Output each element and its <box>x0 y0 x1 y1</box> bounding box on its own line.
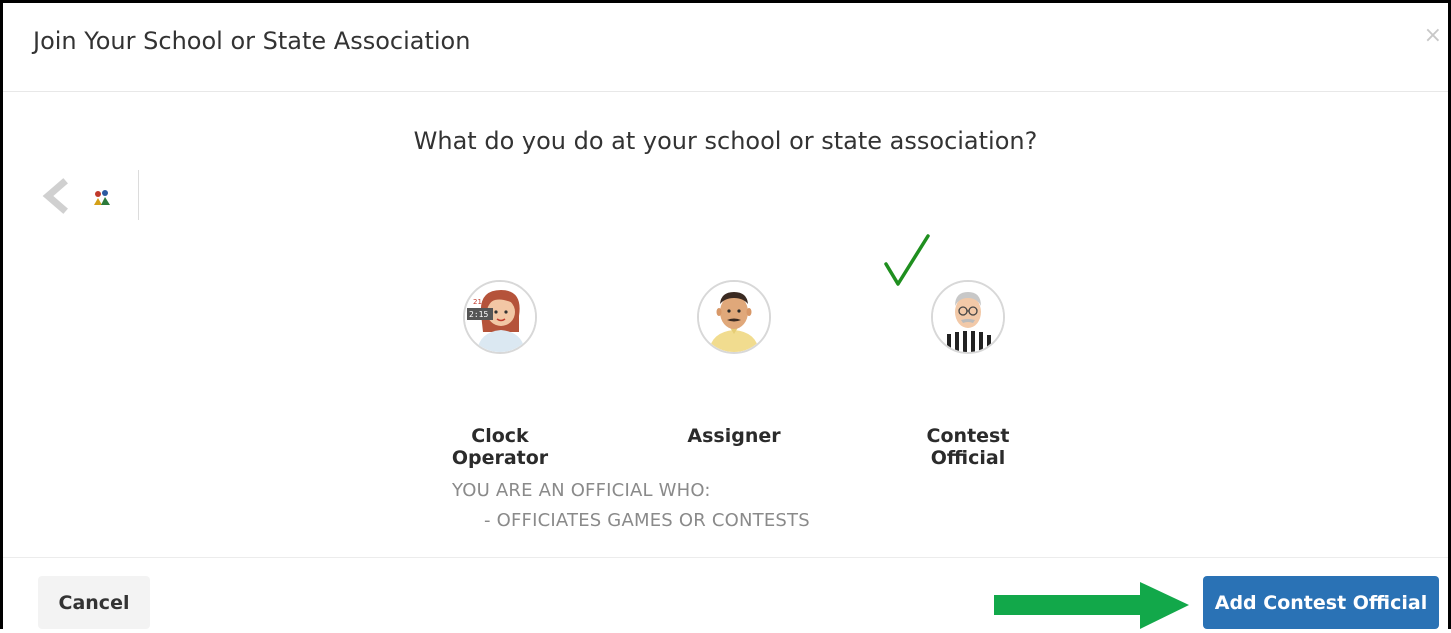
assigner-avatar <box>697 280 771 354</box>
school-logo-icon <box>92 189 114 207</box>
role-option-assigner[interactable]: Assigner <box>659 280 809 447</box>
chevron-left-icon[interactable] <box>36 176 76 216</box>
role-label: Clock Operator <box>451 425 549 469</box>
svg-text:21: 21 <box>473 298 482 306</box>
footer-divider <box>3 557 1448 558</box>
cancel-button[interactable]: Cancel <box>38 576 150 629</box>
add-contest-official-button[interactable]: Add Contest Official <box>1203 576 1439 629</box>
role-option-contest-official[interactable]: Contest Official <box>893 280 1043 469</box>
contest-official-avatar <box>931 280 1005 354</box>
svg-text:2:15: 2:15 <box>469 310 488 319</box>
modal-header: Join Your School or State Association × <box>3 3 1448 92</box>
role-description-item: - OFFICIATES GAMES OR CONTESTS <box>484 510 810 531</box>
close-icon[interactable]: × <box>1424 25 1442 47</box>
arrow-right-icon <box>994 582 1189 629</box>
role-label: Assigner <box>687 425 781 447</box>
vertical-divider <box>138 170 139 220</box>
role-label: Contest Official <box>926 425 1010 469</box>
role-description-heading: YOU ARE AN OFFICIAL WHO: <box>452 480 711 501</box>
role-option-clock-operator[interactable]: 2:15 21 Clock Operator <box>425 280 575 469</box>
role-question: What do you do at your school or state a… <box>413 127 1038 155</box>
clock-operator-avatar: 2:15 21 <box>463 280 537 354</box>
modal-title: Join Your School or State Association <box>33 27 471 55</box>
